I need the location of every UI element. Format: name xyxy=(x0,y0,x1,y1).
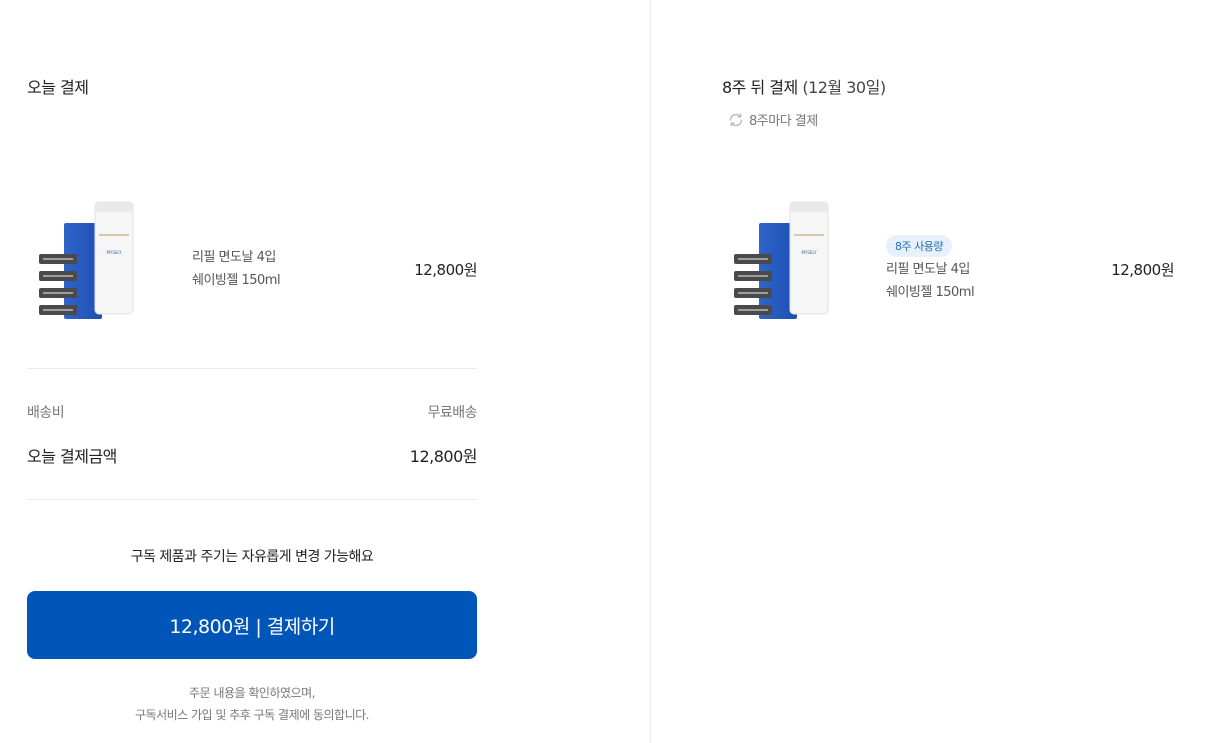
total-label: 오늘 결제금액 xyxy=(27,447,117,466)
next-payment-panel: 8주 뒤 결제 (12월 30일) 8주마다 결제 MYSELY 8주 사용량 … xyxy=(722,0,1174,743)
next-product-item: MYSELY 8주 사용량 리필 면도날 4입 쉐이빙젤 150ml 12,80… xyxy=(722,196,1174,326)
cycle-text: 8주마다 결제 xyxy=(749,114,818,129)
total-row: 오늘 결제금액 12,800원 xyxy=(27,443,478,467)
today-payment-panel: 오늘 결제 MYSELY 리필 면도날 4입 쉐이빙젤 150ml 12,800… xyxy=(27,0,478,743)
product-names: 리필 면도날 4입 쉐이빙젤 150ml xyxy=(886,258,975,304)
next-payment-title: 8주 뒤 결제 (12월 30일) xyxy=(722,74,886,98)
product-names: 리필 면도날 4입 쉐이빙젤 150ml xyxy=(192,246,281,292)
shipping-value: 무료배송 xyxy=(427,405,477,421)
subscription-notice: 구독 제품과 주기는 자유롭게 변경 가능해요 xyxy=(130,549,374,565)
today-payment-title: 오늘 결제 xyxy=(27,78,89,97)
product-price: 12,800원 xyxy=(414,261,477,279)
product-price: 12,800원 xyxy=(1111,261,1174,279)
column-divider xyxy=(650,0,651,743)
total-value: 12,800원 xyxy=(409,447,478,466)
next-payment-date: (12월 30일) xyxy=(802,78,886,97)
agreement-text: 주문 내용을 확인하였으며, 구독서비스 가입 및 추후 구독 결제에 동의합니… xyxy=(27,682,477,726)
refresh-icon xyxy=(729,113,743,126)
product-name-1: 리필 면도날 4입 xyxy=(886,262,970,277)
brand-text: MYSELY xyxy=(106,250,122,255)
shipping-row: 배송비 무료배송 xyxy=(27,402,477,422)
product-name-1: 리필 면도날 4입 xyxy=(192,250,276,265)
product-name-2: 쉐이빙젤 150ml xyxy=(192,273,281,288)
payment-cycle: 8주마다 결제 xyxy=(727,110,818,129)
product-name-2: 쉐이빙젤 150ml xyxy=(886,285,975,300)
product-image: MYSELY xyxy=(734,201,829,319)
pay-button[interactable]: 12,800원 | 결제하기 xyxy=(27,591,477,659)
usage-badge: 8주 사용량 xyxy=(886,235,952,257)
next-payment-label: 8주 뒤 결제 xyxy=(722,78,798,97)
product-image: MYSELY xyxy=(39,201,134,319)
today-product-item: MYSELY 리필 면도날 4입 쉐이빙젤 150ml 12,800원 xyxy=(27,196,477,326)
brand-text: MYSELY xyxy=(801,250,817,255)
divider xyxy=(27,368,477,369)
agreement-line-2: 구독서비스 가입 및 추후 구독 결제에 동의합니다. xyxy=(134,708,370,722)
divider xyxy=(27,499,477,500)
agreement-line-1: 주문 내용을 확인하였으며, xyxy=(189,686,315,700)
shipping-label: 배송비 xyxy=(27,405,65,421)
